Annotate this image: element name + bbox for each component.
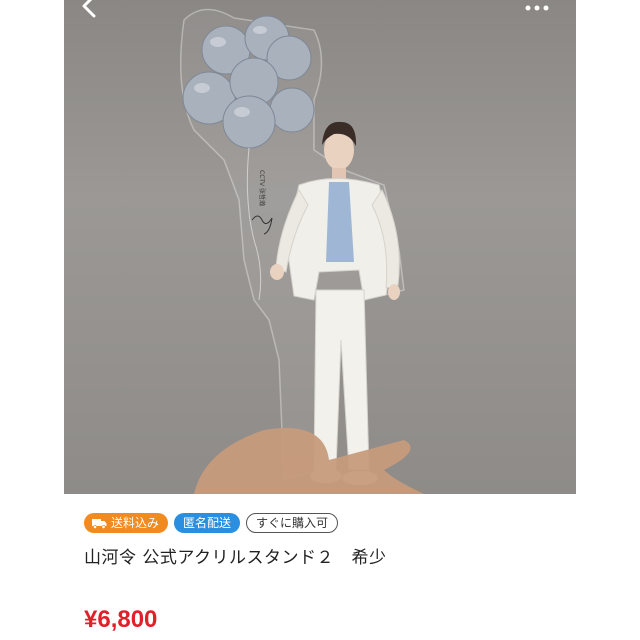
product-image[interactable]: CCTV 张哲瀚 <box>64 0 576 494</box>
shipping-included-badge: 送料込み <box>84 513 169 533</box>
truck-icon <box>92 519 107 529</box>
shipping-badge-label: 送料込み <box>111 516 160 530</box>
product-page: CCTV 张哲瀚 送料込み 匿名配送 すぐに購入可 山河令 公式アクリルスタンド… <box>0 0 640 640</box>
badge-row: 送料込み 匿名配送 すぐに購入可 <box>84 513 339 533</box>
chevron-left-icon <box>82 0 96 18</box>
product-photo-graphic: CCTV 张哲瀚 <box>179 8 424 494</box>
anonymous-shipping-badge: 匿名配送 <box>174 513 241 533</box>
buy-now-badge: すぐに購入可 <box>246 513 339 533</box>
svg-text:CCTV 张哲瀚: CCTV 张哲瀚 <box>258 170 266 206</box>
product-title: 山河令 公式アクリルスタンド２ 希少 <box>84 548 387 568</box>
product-price: ¥6,800 <box>84 606 158 633</box>
back-button[interactable] <box>70 0 110 26</box>
buy-now-badge-label: すぐに購入可 <box>256 516 329 530</box>
more-dots-icon <box>525 5 549 11</box>
anonymous-badge-label: 匿名配送 <box>183 516 232 530</box>
more-button[interactable] <box>522 0 552 20</box>
